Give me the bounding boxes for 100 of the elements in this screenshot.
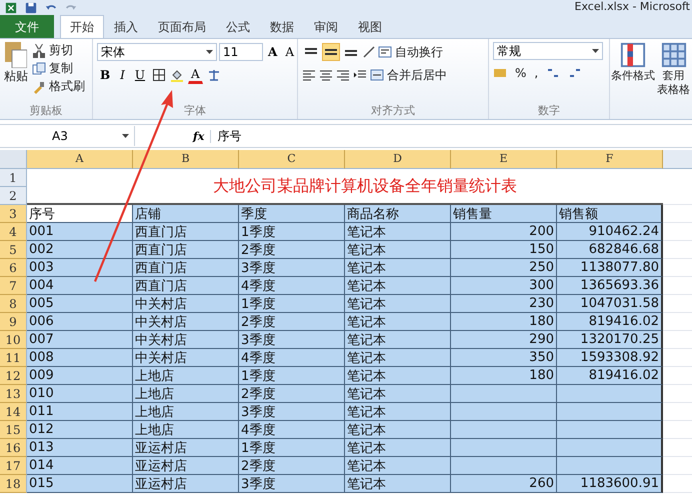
row-header[interactable]: 12 — [0, 367, 27, 385]
align-icon — [305, 48, 317, 56]
borders-icon — [152, 68, 166, 82]
align-button[interactable] — [322, 43, 340, 61]
column-header[interactable]: B — [133, 150, 239, 169]
table-cell: 009 — [27, 367, 133, 385]
conditional-format-button[interactable]: 条件格式 — [611, 42, 655, 119]
table-cell: 笔记本 — [345, 475, 451, 493]
row-header[interactable]: 18 — [0, 475, 27, 493]
formula-field[interactable]: 序号 — [211, 128, 620, 144]
scissors-icon — [32, 44, 46, 58]
caret-icon[interactable] — [122, 134, 129, 138]
ribbon-tab[interactable]: 审阅 — [304, 15, 348, 38]
table-cell: 003 — [27, 259, 133, 277]
row-header[interactable]: 16 — [0, 439, 27, 457]
table-cell: 3季度 — [239, 475, 345, 493]
wrap-text-button[interactable]: 自动换行 — [378, 44, 443, 60]
table-cell: 中关村店 — [133, 349, 239, 367]
table-cell: 笔记本 — [345, 367, 451, 385]
ribbon-tab[interactable]: 开始 — [60, 15, 104, 38]
cut-button[interactable]: 剪切 — [32, 42, 85, 59]
table-cell: 笔记本 — [345, 457, 451, 475]
column-header[interactable]: C — [239, 150, 345, 169]
grow-font-button[interactable]: A — [265, 43, 280, 61]
row-header[interactable]: 13 — [0, 385, 27, 403]
table-cell: 1593308.92 — [557, 349, 663, 367]
table-cell: 819416.02 — [557, 367, 663, 385]
underline-button[interactable]: U — [132, 66, 148, 84]
file-tab[interactable]: 文件 — [0, 15, 54, 38]
number-format-field[interactable]: 常规 — [493, 42, 603, 60]
shrink-font-button[interactable]: A — [282, 43, 297, 61]
table-cell: 015 — [27, 475, 133, 493]
paste-button[interactable]: 粘贴 — [4, 42, 28, 103]
row-header[interactable]: 11 — [0, 349, 27, 367]
table-cell: 笔记本 — [345, 439, 451, 457]
table-cell: 销售额 — [557, 205, 663, 223]
table-cell: 笔记本 — [345, 241, 451, 259]
align-icon — [345, 48, 357, 56]
align-icon — [325, 48, 337, 56]
orientation-icon — [362, 45, 376, 59]
row-header[interactable]: 7 — [0, 277, 27, 295]
save-icon — [24, 2, 38, 14]
table-cell: 007 — [27, 331, 133, 349]
table-cell: 2季度 — [239, 457, 345, 475]
ribbon-tab[interactable]: 视图 — [348, 15, 392, 38]
table-cell: 001 — [27, 223, 133, 241]
caret-icon[interactable] — [206, 50, 213, 54]
column-header[interactable]: A — [27, 150, 133, 169]
table-cell: 笔记本 — [345, 331, 451, 349]
percent-button[interactable]: % — [515, 66, 526, 80]
row-header[interactable]: 4 — [0, 223, 27, 241]
table-cell: 3季度 — [239, 403, 345, 421]
font-name-field[interactable]: 宋体 — [97, 43, 217, 61]
caret-icon[interactable] — [592, 49, 599, 53]
row-header[interactable]: 3 — [0, 205, 27, 223]
row-header[interactable]: 5 — [0, 241, 27, 259]
table-cell: 上地店 — [133, 385, 239, 403]
table-cell: 006 — [27, 313, 133, 331]
table-cell: 笔记本 — [345, 349, 451, 367]
italic-button[interactable]: I — [117, 66, 128, 84]
table-cell: 250 — [451, 259, 557, 277]
table-cell: 亚运村店 — [133, 439, 239, 457]
row-header[interactable]: 1 — [0, 169, 27, 187]
comma-button[interactable]: , — [534, 66, 538, 80]
table-format-button[interactable]: 套用 表格格 — [657, 42, 690, 119]
ribbon-tab[interactable]: 页面布局 — [148, 15, 216, 38]
fx-label: fx — [187, 130, 212, 142]
font-color-button[interactable]: A — [188, 66, 203, 84]
table-icon — [620, 42, 646, 68]
align-icon — [336, 68, 350, 82]
name-box[interactable]: A3 — [0, 126, 135, 146]
row-header[interactable]: 9 — [0, 313, 27, 331]
group-label: 字体 — [183, 103, 207, 119]
row-header[interactable]: 15 — [0, 421, 27, 439]
row-header[interactable]: 2 — [0, 187, 27, 205]
ribbon-tab[interactable]: 公式 — [216, 15, 260, 38]
row-header[interactable]: 14 — [0, 403, 27, 421]
table-cell: 笔记本 — [345, 313, 451, 331]
format-painter-button[interactable]: 格式刷 — [32, 78, 85, 95]
row-header[interactable]: 8 — [0, 295, 27, 313]
table-cell: 1183600.91 — [557, 475, 663, 493]
table-cell: 682846.68 — [557, 241, 663, 259]
table-cell: 4季度 — [239, 349, 345, 367]
table-cell: 819416.02 — [557, 313, 663, 331]
row-header[interactable]: 6 — [0, 259, 27, 277]
row-header[interactable]: 10 — [0, 331, 27, 349]
bold-button[interactable]: B — [97, 66, 114, 84]
row-header[interactable]: 17 — [0, 457, 27, 475]
column-header[interactable]: E — [451, 150, 557, 169]
table-cell: 笔记本 — [345, 421, 451, 439]
column-header[interactable]: F — [557, 150, 663, 169]
column-header[interactable]: D — [345, 150, 451, 169]
merge-center-button[interactable]: 合并后居中 — [370, 66, 447, 84]
table-cell: 笔记本 — [345, 403, 451, 421]
table-cell: 4季度 — [239, 421, 345, 439]
ribbon-tab[interactable]: 插入 — [104, 15, 148, 38]
font-size-field[interactable]: 11 — [219, 43, 263, 61]
copy-button[interactable]: 复制 — [32, 60, 85, 77]
table-cell: 180 — [451, 313, 557, 331]
ribbon-tab[interactable]: 数据 — [260, 15, 304, 38]
